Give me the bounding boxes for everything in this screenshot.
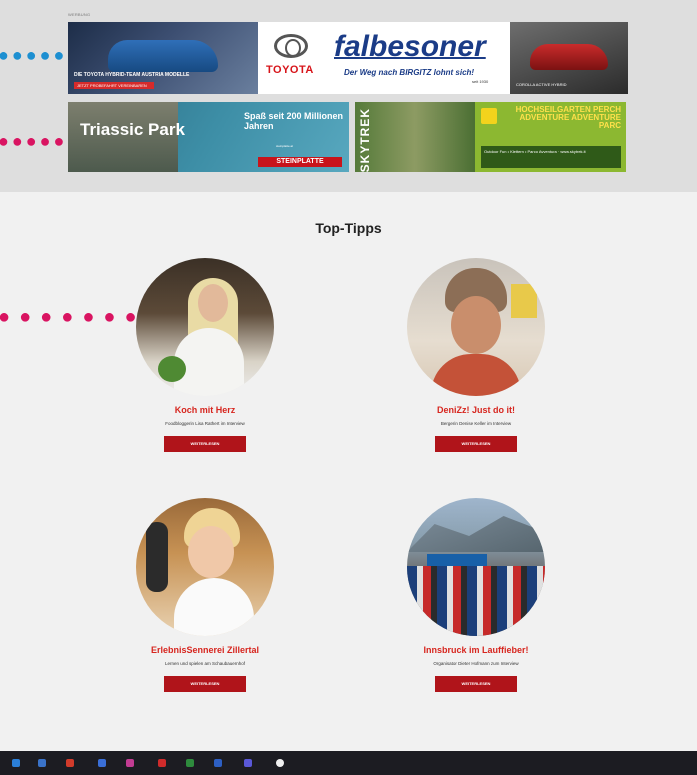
tip-title[interactable]: ErlebnisSennerei Zillertal: [95, 645, 315, 655]
ad-label: WERBUNG: [68, 12, 91, 17]
banner-car-photo-left: DIE TOYOTA HYBRID-TEAM AUSTRIA MODELLE J…: [68, 22, 258, 94]
tip-title[interactable]: Koch mit Herz: [95, 405, 315, 415]
triassic-park-slogan: Spaß seit 200 Millionen Jahren: [244, 111, 344, 131]
app-icon[interactable]: [126, 759, 134, 767]
pink-dots-decoration: ●●●●●: [0, 131, 68, 151]
banner-cta[interactable]: JETZT PROBEFAHRT VEREINBAREN: [74, 82, 154, 89]
skytrek-info-panel: HOCHSEILGARTEN PERCH ADVENTURE ADVENTURE…: [475, 102, 626, 172]
app-icon[interactable]: [66, 759, 74, 767]
car-image: [530, 44, 608, 70]
app-icon[interactable]: [98, 759, 106, 767]
taskbar: [0, 751, 697, 775]
tip-photo[interactable]: [136, 258, 274, 396]
climbing-photo: [355, 102, 475, 172]
tip-card[interactable]: Innsbruck im Lauffieber! Organisator Die…: [366, 498, 586, 692]
toyota-logo-icon: [274, 34, 308, 58]
tip-description: Bergerin Denise Keller im Interview: [440, 421, 512, 426]
read-more-button[interactable]: WEITERLESEN: [164, 436, 246, 452]
tip-card[interactable]: ErlebnisSennerei Zillertal Lernen und sp…: [95, 498, 315, 692]
banner-caption-left: DIE TOYOTA HYBRID-TEAM AUSTRIA MODELLE: [74, 72, 190, 78]
banner-car-photo-right: COROLLA ACTIVE HYBRID: [510, 22, 628, 94]
tip-title[interactable]: Innsbruck im Lauffieber!: [366, 645, 586, 655]
toyota-falbesoner-banner[interactable]: DIE TOYOTA HYBRID-TEAM AUSTRIA MODELLE J…: [68, 22, 628, 94]
tip-description: Organisator Dieter Hofmann zum Interview: [433, 661, 519, 666]
triassic-park-title: Triassic Park: [80, 120, 185, 139]
skytrek-headline: HOCHSEILGARTEN PERCH ADVENTURE ADVENTURE…: [515, 105, 621, 130]
app-icon[interactable]: [244, 759, 252, 767]
steinplatte-logo: STEINPLATTE: [258, 157, 342, 167]
banner-tagline: Der Weg nach BIRGITZ lohnt sich!: [344, 68, 475, 77]
tip-description: Lernen und spielen am Schaubauernhof: [164, 661, 246, 666]
ad-area: WERBUNG DIE TOYOTA HYBRID-TEAM AUSTRIA M…: [0, 0, 697, 192]
triassic-park-url: steinplatte.at: [276, 144, 294, 148]
tip-card[interactable]: DeniZz! Just do it! Bergerin Denise Kell…: [366, 258, 586, 452]
app-icon[interactable]: [214, 759, 222, 767]
tip-photo[interactable]: [136, 498, 274, 636]
app-icon[interactable]: [276, 759, 284, 767]
app-icon[interactable]: [158, 759, 166, 767]
tip-card[interactable]: Koch mit Herz Foodbloggerin Lisa Rathert…: [95, 258, 315, 452]
banner-since: seit 1930: [472, 79, 489, 84]
tip-description: Foodbloggerin Lisa Rathert im Interview: [165, 421, 245, 426]
skytrek-banner[interactable]: SKYTREK HOCHSEILGARTEN PERCH ADVENTURE A…: [355, 102, 626, 172]
read-more-button[interactable]: WEITERLESEN: [435, 676, 517, 692]
skytrek-details: Outdoor Fun • Klettern • Parco Avventura…: [481, 146, 621, 168]
skytrek-vertical-label: SKYTREK: [358, 108, 372, 172]
triassic-park-banner[interactable]: Triassic Park Spaß seit 200 Millionen Ja…: [68, 102, 349, 172]
banner-caption-right: COROLLA ACTIVE HYBRID: [516, 82, 567, 87]
read-more-button[interactable]: WEITERLESEN: [164, 676, 246, 692]
start-icon[interactable]: [12, 759, 20, 767]
app-icon[interactable]: [186, 759, 194, 767]
read-more-button[interactable]: WEITERLESEN: [435, 436, 517, 452]
falbesoner-wordmark: falbesoner: [334, 30, 486, 63]
blue-dots-decoration: ●●●●●: [0, 45, 68, 65]
banner-brand-panel: TOYOTA falbesoner Der Weg nach BIRGITZ l…: [258, 22, 510, 94]
section-title: Top-Tipps: [315, 220, 382, 236]
tip-photo[interactable]: [407, 258, 545, 396]
browser-icon[interactable]: [38, 759, 46, 767]
tip-title[interactable]: DeniZz! Just do it!: [366, 405, 586, 415]
page: WERBUNG DIE TOYOTA HYBRID-TEAM AUSTRIA M…: [0, 0, 697, 775]
tip-photo[interactable]: [407, 498, 545, 636]
skytrek-logo-icon: [481, 108, 497, 124]
car-image: [108, 40, 218, 72]
toyota-wordmark: TOYOTA: [266, 64, 314, 76]
